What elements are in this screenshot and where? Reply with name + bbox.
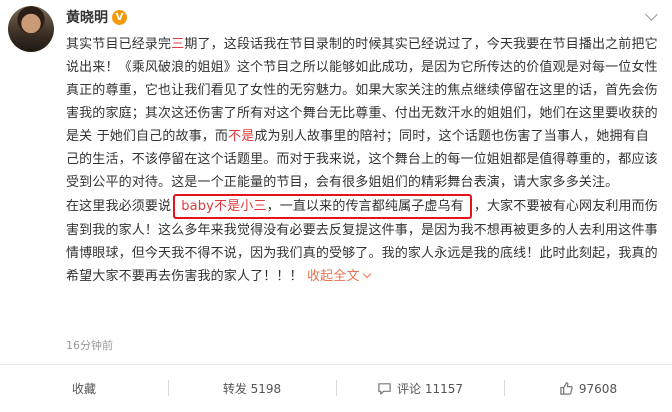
post-timestamp[interactable]: 16分钟前 <box>66 337 113 353</box>
post-text-red: baby不是小三 <box>181 199 267 214</box>
post-text: 在这里我必须要说 <box>66 199 172 214</box>
favorite-label: 收藏 <box>71 382 96 396</box>
highlight-box: baby不是小三，一直以来的传言都纯属子虚乌有 <box>173 194 472 219</box>
post-text: 期了，这段话我在节目录制的时候其实已经说过了，今天我要在节目播出之前把它说出来！… <box>66 37 658 144</box>
repost-label: 转发 5198 <box>222 382 282 396</box>
avatar[interactable] <box>8 6 54 52</box>
chevron-down-icon[interactable] <box>645 8 658 21</box>
like-button[interactable]: 97608 <box>504 365 672 412</box>
post-paragraph-1: 其实节目已经录完三期了，这段话我在节目录制的时候其实已经说过了，今天我要在节目播… <box>66 33 662 194</box>
chevron-up-icon <box>362 269 371 279</box>
action-bar: 收藏 转发 5198 评论 11157 97608 <box>0 365 672 412</box>
verified-icon: V <box>112 9 127 25</box>
repost-button[interactable]: 转发 5198 <box>168 365 336 412</box>
thumbs-up-icon <box>560 382 573 395</box>
comment-label: 评论 11157 <box>397 382 463 396</box>
author-row: 黄晓明 V <box>66 6 127 28</box>
comment-button[interactable]: 评论 11157 <box>336 365 504 412</box>
comment-icon <box>378 383 391 395</box>
post-text-red: 不是 <box>228 129 255 144</box>
post-body: 其实节目已经录完三期了，这段话我在节目录制的时候其实已经说过了，今天我要在节目播… <box>66 33 662 288</box>
favorite-button[interactable]: 收藏 <box>0 365 168 412</box>
like-count: 97608 <box>578 381 618 396</box>
post-text: 其实节目已经录完 <box>66 37 172 52</box>
collapse-link-label: 收起全文 <box>307 269 360 284</box>
post-text-red: 三 <box>171 37 185 52</box>
author-name[interactable]: 黄晓明 <box>66 7 108 27</box>
post-paragraph-2: 在这里我必须要说 baby不是小三，一直以来的传言都纯属子虚乌有 ，大家不要被有心网… <box>66 194 662 288</box>
collapse-link[interactable]: 收起全文 <box>307 269 371 284</box>
post-text: ，一直以来的传言都纯属子虚乌有 <box>266 199 464 214</box>
